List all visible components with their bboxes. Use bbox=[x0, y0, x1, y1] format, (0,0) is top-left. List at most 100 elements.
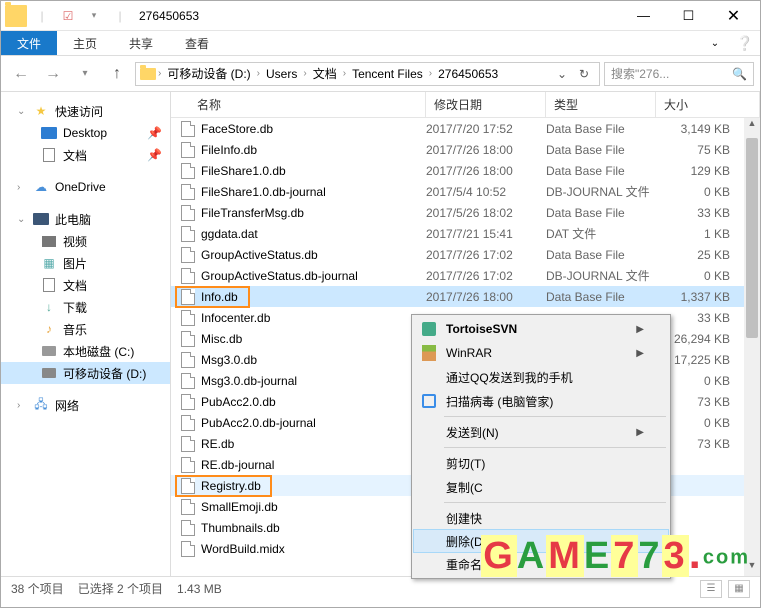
chevron-right-icon[interactable]: › bbox=[158, 68, 161, 79]
file-row[interactable]: FaceStore.db2017/7/20 17:52Data Base Fil… bbox=[171, 118, 760, 139]
document-icon bbox=[41, 277, 57, 293]
file-row[interactable]: ggdata.dat2017/7/21 15:41DAT 文件1 KB bbox=[171, 223, 760, 244]
refresh-icon[interactable]: ↻ bbox=[573, 67, 595, 81]
file-type: Data Base File bbox=[546, 143, 656, 157]
forward-button: → bbox=[39, 60, 67, 88]
chevron-right-icon[interactable]: › bbox=[429, 68, 432, 79]
tree-docs2[interactable]: 文档 bbox=[1, 274, 170, 296]
menu-qq-send[interactable]: 通过QQ发送到我的手机 bbox=[414, 365, 668, 389]
tortoise-icon bbox=[420, 320, 438, 338]
menu-sendto[interactable]: 发送到(N)▶ bbox=[414, 420, 668, 444]
close-button[interactable]: ✕ bbox=[711, 2, 756, 30]
tree-quick-access[interactable]: ⌄★快速访问 bbox=[1, 100, 170, 122]
tree-desktop[interactable]: Desktop📌 bbox=[1, 122, 170, 144]
file-name: Msg3.0.db bbox=[201, 353, 257, 367]
minimize-button[interactable]: — bbox=[621, 2, 666, 30]
file-row[interactable]: GroupActiveStatus.db-journal2017/7/26 17… bbox=[171, 265, 760, 286]
tab-home[interactable]: 主页 bbox=[57, 31, 113, 55]
status-size: 1.43 MB bbox=[177, 582, 222, 596]
view-icons-button[interactable]: ▦ bbox=[728, 580, 750, 598]
back-button[interactable]: ← bbox=[7, 60, 35, 88]
file-name: FileTransferMsg.db bbox=[201, 206, 304, 220]
file-row[interactable]: Info.db2017/7/26 18:00Data Base File1,33… bbox=[171, 286, 760, 307]
status-item-count: 38 个项目 bbox=[11, 580, 64, 597]
col-type[interactable]: 类型 bbox=[546, 92, 656, 117]
tab-file[interactable]: 文件 bbox=[1, 31, 57, 55]
menu-copy[interactable]: 复制(C bbox=[414, 475, 668, 499]
context-menu: TortoiseSVN▶ WinRAR▶ 通过QQ发送到我的手机 扫描病毒 (电… bbox=[411, 314, 671, 579]
qat-dropdown-icon[interactable]: ▾ bbox=[83, 5, 105, 27]
tree-downloads[interactable]: ↓下载 bbox=[1, 296, 170, 318]
file-date: 2017/7/26 18:00 bbox=[426, 164, 546, 178]
tree-usb[interactable]: 可移动设备 (D:) bbox=[1, 362, 170, 384]
scrollbar[interactable]: ▲ ▼ bbox=[744, 118, 760, 576]
file-name: Misc.db bbox=[201, 332, 242, 346]
crumb-tencent[interactable]: Tencent Files bbox=[348, 67, 427, 81]
menu-cut[interactable]: 剪切(T) bbox=[414, 451, 668, 475]
maximize-button[interactable]: ☐ bbox=[666, 2, 711, 30]
crumb-users[interactable]: Users bbox=[262, 67, 301, 81]
col-size[interactable]: 大小 bbox=[656, 92, 760, 117]
menu-shortcut[interactable]: 创建快 bbox=[414, 506, 668, 530]
tab-share[interactable]: 共享 bbox=[113, 31, 169, 55]
view-details-button[interactable]: ☰ bbox=[700, 580, 722, 598]
up-button[interactable]: ↑ bbox=[103, 60, 131, 88]
chevron-right-icon[interactable]: › bbox=[343, 68, 346, 79]
scroll-down-icon[interactable]: ▼ bbox=[744, 560, 760, 576]
file-icon bbox=[181, 142, 195, 158]
scrollbar-thumb[interactable] bbox=[746, 138, 758, 338]
tree-onedrive[interactable]: ›☁OneDrive bbox=[1, 176, 170, 198]
crumb-docs[interactable]: 文档 bbox=[309, 65, 341, 82]
file-name: FileInfo.db bbox=[201, 143, 257, 157]
crumb-drive[interactable]: 可移动设备 (D:) bbox=[163, 65, 254, 82]
tree-docs[interactable]: 文档📌 bbox=[1, 144, 170, 166]
file-name: Info.db bbox=[201, 290, 238, 304]
tree-network[interactable]: ›🖧网络 bbox=[1, 394, 170, 416]
col-name[interactable]: 名称 bbox=[171, 92, 426, 117]
tree-pictures[interactable]: ▦图片 bbox=[1, 252, 170, 274]
help-icon[interactable]: ❔ bbox=[730, 31, 760, 55]
chevron-right-icon[interactable]: › bbox=[303, 68, 306, 79]
file-row[interactable]: GroupActiveStatus.db2017/7/26 17:02Data … bbox=[171, 244, 760, 265]
file-type: Data Base File bbox=[546, 206, 656, 220]
recent-dropdown[interactable]: ▾ bbox=[71, 60, 99, 88]
tree-music[interactable]: ♪音乐 bbox=[1, 318, 170, 340]
qat-check-icon[interactable]: ☑ bbox=[57, 5, 79, 27]
tree-hdd[interactable]: 本地磁盘 (C:) bbox=[1, 340, 170, 362]
crumb-folder[interactable]: 276450653 bbox=[434, 67, 502, 81]
file-row[interactable]: FileInfo.db2017/7/26 18:00Data Base File… bbox=[171, 139, 760, 160]
ribbon-expand-icon[interactable]: ⌄ bbox=[700, 31, 730, 55]
chevron-right-icon: ▶ bbox=[636, 324, 644, 335]
file-name: WordBuild.midx bbox=[201, 542, 285, 556]
file-date: 2017/5/26 18:02 bbox=[426, 206, 546, 220]
file-icon bbox=[181, 331, 195, 347]
file-row[interactable]: FileShare1.0.db2017/7/26 18:00Data Base … bbox=[171, 160, 760, 181]
chevron-right-icon[interactable]: › bbox=[257, 68, 260, 79]
menu-winrar[interactable]: WinRAR▶ bbox=[414, 341, 668, 365]
menu-scan[interactable]: 扫描病毒 (电脑管家) bbox=[414, 389, 668, 413]
menu-rename[interactable]: 重命名 bbox=[414, 552, 668, 576]
file-icon bbox=[181, 121, 195, 137]
music-icon: ♪ bbox=[41, 321, 57, 337]
file-name: SmallEmoji.db bbox=[201, 500, 278, 514]
file-row[interactable]: FileTransferMsg.db 2017/5/26 18:02Data Ba… bbox=[171, 202, 760, 223]
file-row[interactable]: FileShare1.0.db-journal2017/5/4 10:52DB-… bbox=[171, 181, 760, 202]
menu-delete[interactable]: 删除(D bbox=[413, 529, 669, 553]
addr-dropdown-icon[interactable]: ⌄ bbox=[551, 67, 573, 81]
search-input[interactable]: 搜索"276... 🔍 bbox=[604, 62, 754, 86]
menu-tortoisesvn[interactable]: TortoiseSVN▶ bbox=[414, 317, 668, 341]
menu-separator bbox=[444, 447, 666, 448]
scroll-up-icon[interactable]: ▲ bbox=[744, 118, 760, 134]
tree-videos[interactable]: 视频 bbox=[1, 230, 170, 252]
tab-view[interactable]: 查看 bbox=[169, 31, 225, 55]
col-date[interactable]: 修改日期 bbox=[426, 92, 546, 117]
qat-sep: | bbox=[31, 5, 53, 27]
file-name: RE.db bbox=[201, 437, 234, 451]
monitor-icon bbox=[41, 125, 57, 141]
tree-thispc[interactable]: ⌄此电脑 bbox=[1, 208, 170, 230]
file-icon bbox=[181, 499, 195, 515]
address-bar[interactable]: › 可移动设备 (D:) › Users › 文档 › Tencent File… bbox=[135, 62, 600, 86]
file-name: RE.db-journal bbox=[201, 458, 274, 472]
file-date: 2017/7/21 15:41 bbox=[426, 227, 546, 241]
file-name: Msg3.0.db-journal bbox=[201, 374, 297, 388]
